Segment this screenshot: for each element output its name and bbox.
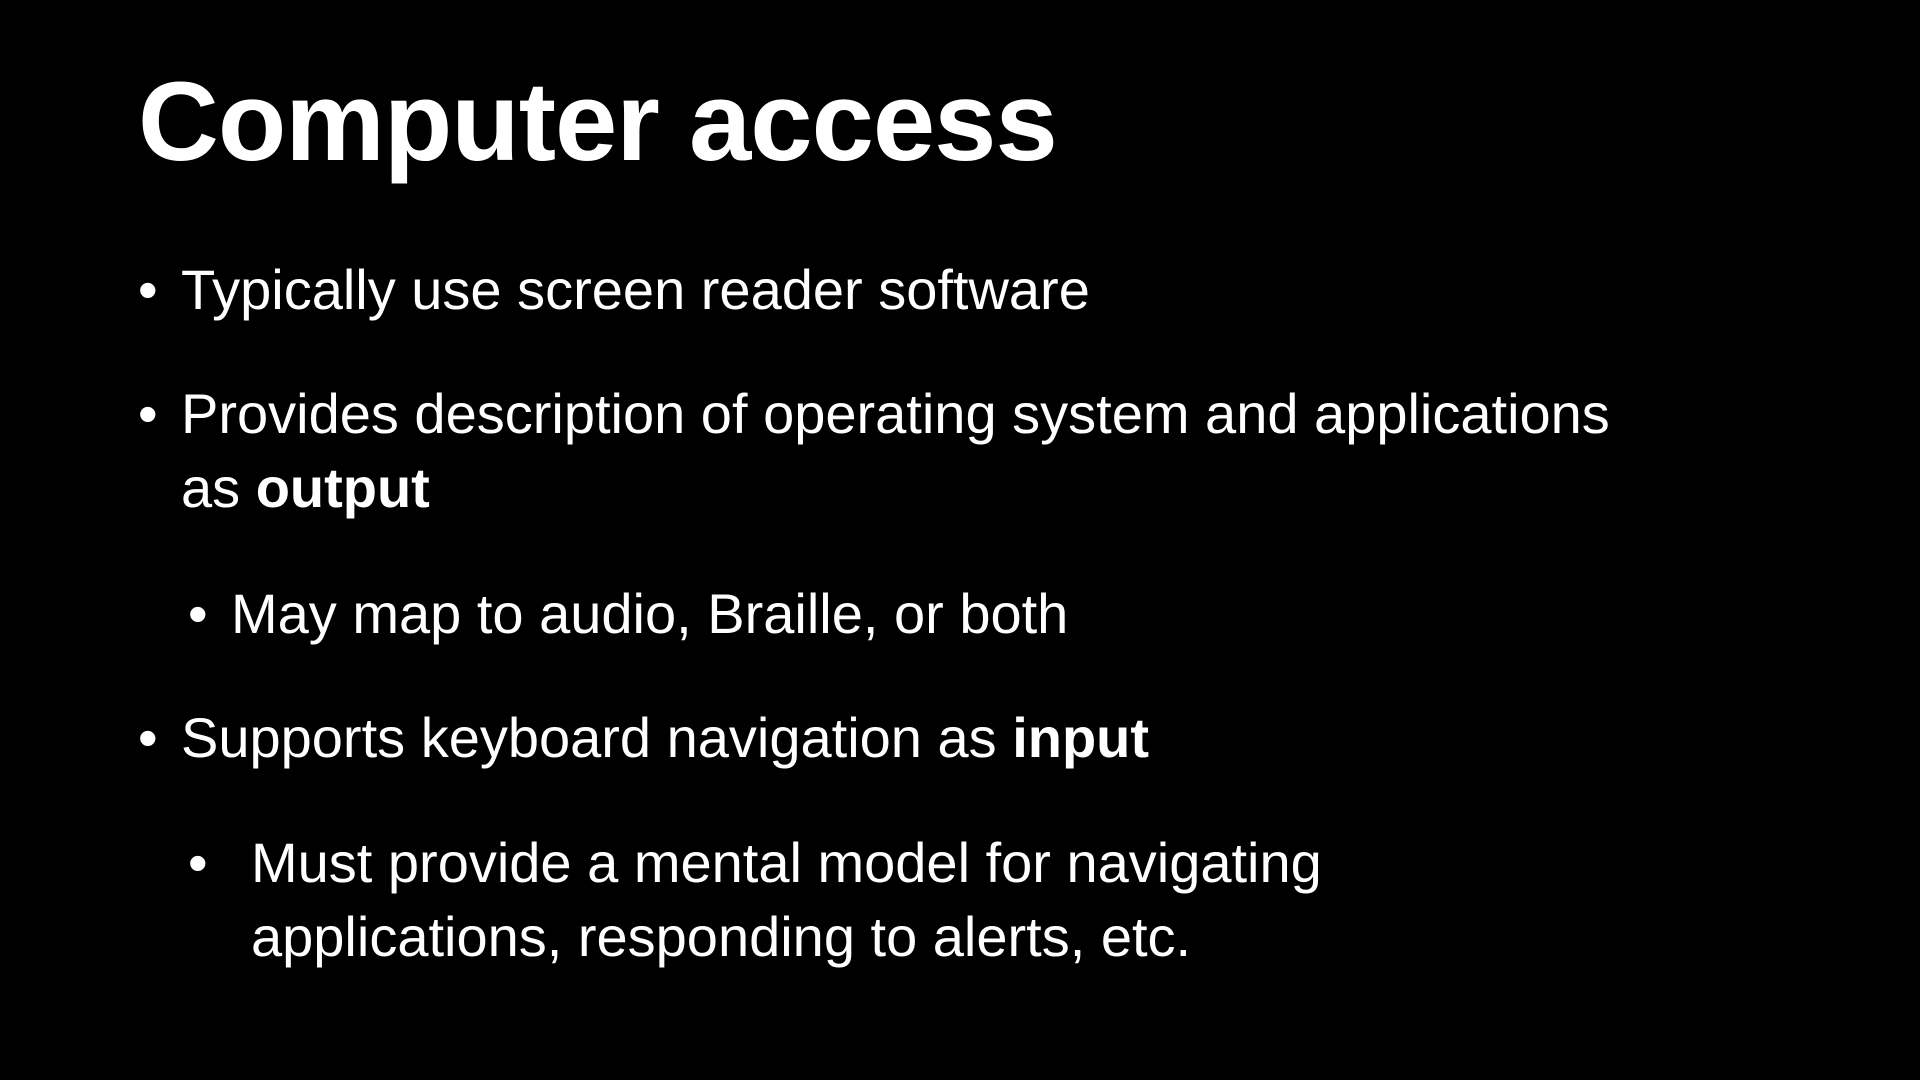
bullet-text-line1: Provides description of operating system… — [181, 382, 1610, 445]
bullet-text-bold: input — [1012, 706, 1150, 769]
bullet-text-line1: Must provide a mental model for navigati… — [251, 831, 1322, 894]
bullet-text-line2: applications, responding to alerts, etc. — [251, 905, 1192, 968]
bullet-text-bold: output — [255, 456, 430, 519]
bullet-dot-icon: • — [138, 258, 158, 321]
bullet-text-pre: Supports keyboard navigation as — [181, 706, 1013, 769]
bullet-dot-icon: • — [188, 831, 208, 894]
bullet-item: • Provides description of operating syst… — [138, 377, 1881, 525]
bullet-text-line2-pre: as — [181, 456, 256, 519]
slide: Computer access • Typically use screen r… — [0, 0, 1920, 1080]
bullet-text: Typically use screen reader software — [181, 258, 1090, 321]
bullet-item: • Typically use screen reader software — [138, 253, 1090, 327]
slide-title: Computer access — [138, 59, 1058, 184]
bullet-item: • Supports keyboard navigation as input — [138, 701, 1149, 775]
bullet-text: Supports keyboard navigation as input — [181, 701, 1149, 775]
bullet-dot-icon: • — [188, 582, 208, 645]
bullet-dot-icon: • — [138, 382, 158, 445]
bullet-text: May map to audio, Braille, or both — [231, 582, 1069, 645]
sub-bullet-item: • Must provide a mental model for naviga… — [188, 826, 1551, 974]
bullet-dot-icon: • — [138, 706, 158, 769]
bullet-text: Provides description of operating system… — [181, 377, 1881, 525]
sub-bullet-item: • May map to audio, Braille, or both — [188, 577, 1068, 651]
bullet-text: Must provide a mental model for navigati… — [251, 826, 1551, 974]
